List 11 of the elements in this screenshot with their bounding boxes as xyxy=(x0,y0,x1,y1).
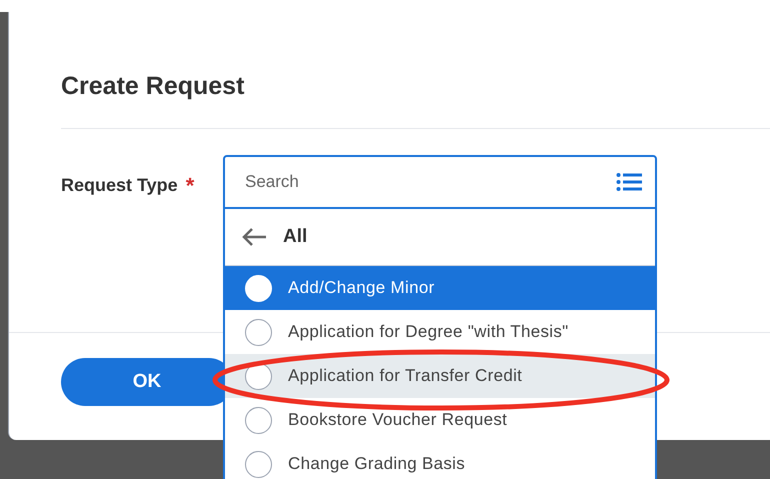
back-arrow-icon xyxy=(241,227,267,247)
search-field[interactable]: Search xyxy=(223,155,657,209)
option-item[interactable]: Application for Transfer Credit xyxy=(225,354,655,398)
list-icon[interactable] xyxy=(616,172,642,192)
radio-button[interactable] xyxy=(245,318,272,346)
dialog-title: Create Request xyxy=(61,71,246,100)
radio-button[interactable] xyxy=(245,450,272,478)
option-item[interactable]: Add/Change Minor xyxy=(225,266,655,310)
field-label: Request Type xyxy=(61,174,178,197)
required-asterisk: * xyxy=(186,172,194,200)
radio-button[interactable] xyxy=(245,406,272,434)
